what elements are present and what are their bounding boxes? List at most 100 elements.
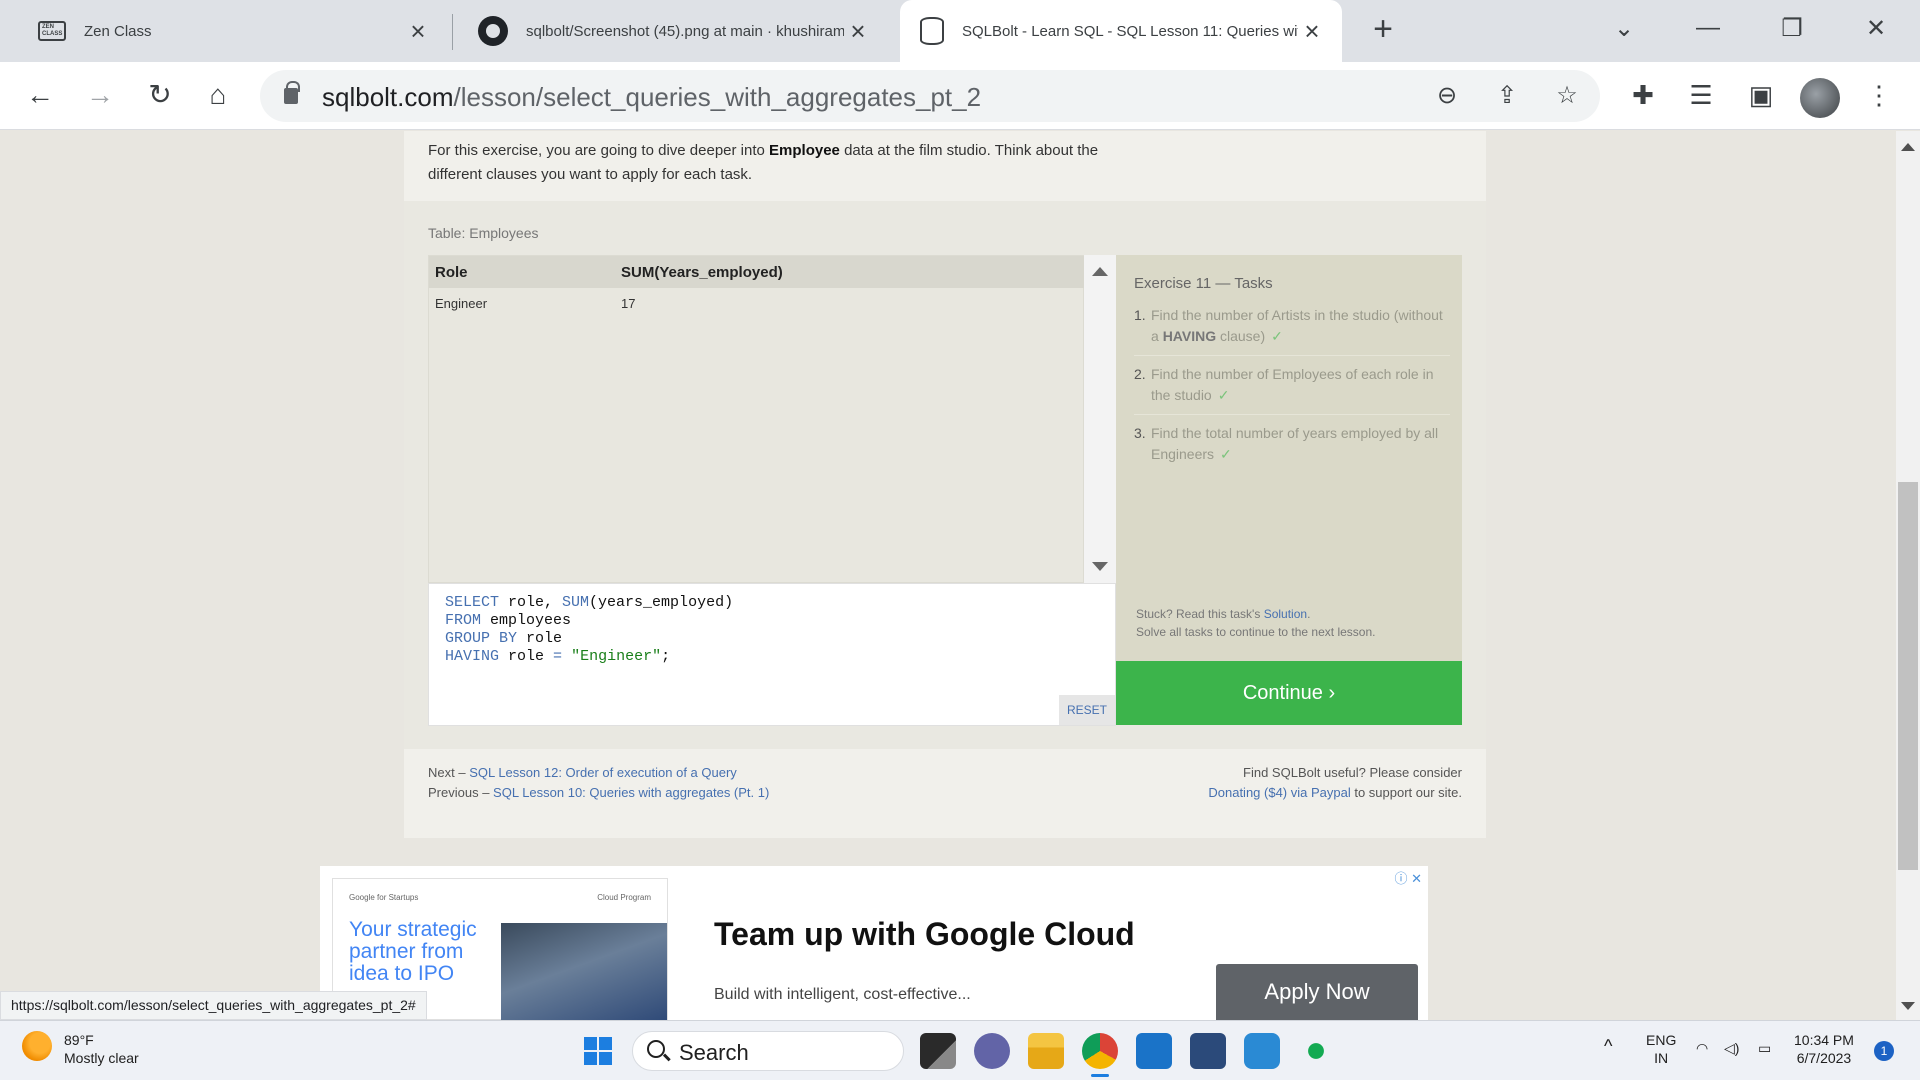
sql-text: role [499, 648, 554, 665]
taskbar-search[interactable]: Search [632, 1031, 904, 1071]
address-bar[interactable]: sqlbolt.com/lesson/select_queries_with_a… [260, 70, 1600, 122]
donate-link[interactable]: Donating ($4) via Paypal [1208, 785, 1350, 800]
code-line: FROM employees [445, 612, 733, 630]
teams-chat-icon[interactable] [974, 1033, 1010, 1069]
tab-sqlbolt[interactable]: SQLBolt - Learn SQL - SQL Lesson 11: Que… [900, 0, 1342, 62]
bookmark-star-icon[interactable]: ☆ [1552, 82, 1582, 112]
region: IN [1654, 1050, 1669, 1066]
weather-condition: Mostly clear [64, 1050, 139, 1066]
sql-keyword: GROUP BY [445, 630, 518, 647]
support-text: to support our site. [1350, 785, 1462, 800]
task-text: Find the number of Employees of each rol… [1151, 366, 1434, 403]
lock-icon[interactable] [284, 81, 300, 104]
home-icon[interactable]: ⌂ [200, 78, 236, 114]
sql-keyword: HAVING [445, 648, 500, 665]
scroll-up-arrow-icon[interactable] [1901, 143, 1915, 151]
close-tab-icon[interactable]: × [844, 16, 872, 46]
tasks-panel: Exercise 11 — Tasks 1. Find the number of… [1116, 255, 1462, 661]
battery-icon[interactable]: ▭ [1758, 1039, 1771, 1057]
zen-class-favicon-icon: ZEN CLASS [38, 21, 66, 41]
search-label: Search [679, 1040, 749, 1065]
zoom-icon[interactable]: ⊖ [1432, 82, 1462, 112]
language-indicator[interactable]: ENG IN [1646, 1031, 1676, 1067]
support-text: Find SQLBolt useful? Please consider [1243, 765, 1462, 780]
side-panel-icon[interactable]: ▣ [1744, 79, 1778, 113]
reading-list-icon[interactable]: ☰ [1684, 79, 1718, 113]
windows-start-icon[interactable] [584, 1037, 612, 1065]
tasks-title: Exercise 11 — Tasks [1134, 275, 1273, 292]
restore-icon[interactable]: ❐ [1772, 14, 1812, 46]
reload-icon[interactable]: ↻ [142, 78, 178, 114]
next-lesson-link[interactable]: SQL Lesson 12: Order of execution of a Q… [469, 765, 737, 780]
sql-operator: = [553, 648, 563, 665]
ad-brand: Google for Startups [349, 893, 419, 902]
chrome-icon[interactable] [1082, 1033, 1118, 1069]
sql-editor[interactable]: SELECT role, SUM(years_employed) FROM emp… [428, 583, 1116, 726]
profile-avatar[interactable] [1800, 78, 1840, 118]
sql-server-icon[interactable] [1190, 1033, 1226, 1069]
intro-bold: Employee [769, 142, 840, 159]
task-list: 1. Find the number of Artists in the stud… [1134, 305, 1450, 481]
vscode-icon[interactable] [1244, 1033, 1280, 1069]
code-line: SELECT role, SUM(years_employed) [445, 594, 733, 612]
scrollbar-thumb[interactable] [1898, 482, 1918, 870]
tab-title: sqlbolt/Screenshot (45).png at main · kh… [526, 22, 844, 40]
ad-close-icon[interactable]: ⓘ ✕ [1394, 868, 1422, 887]
volume-icon[interactable]: ◁) [1724, 1039, 1739, 1057]
url-text[interactable]: sqlbolt.com/lesson/select_queries_with_a… [322, 82, 981, 113]
file-explorer-icon[interactable] [1028, 1033, 1064, 1069]
weather-widget[interactable]: 89°F Mostly clear [22, 1031, 139, 1067]
sql-text: employees [481, 612, 572, 629]
close-tab-icon[interactable]: × [1298, 16, 1326, 46]
page-scrollbar[interactable] [1896, 131, 1920, 1020]
advertisement[interactable]: ⓘ ✕ Google for Startups Cloud Program Yo… [320, 866, 1428, 1020]
results-header: Role SUM(Years_employed) [429, 256, 1085, 288]
previous-lesson: Previous – SQL Lesson 10: Queries with a… [428, 783, 769, 803]
hint-label: . [1307, 607, 1311, 621]
previous-lesson-link[interactable]: SQL Lesson 10: Queries with aggregates (… [493, 785, 769, 800]
table-cell: 17 [621, 296, 636, 311]
notification-badge[interactable]: 1 [1874, 1041, 1894, 1061]
tab-title: Zen Class [84, 22, 152, 40]
mongodb-icon[interactable] [1298, 1033, 1334, 1069]
task-bold: HAVING [1162, 328, 1217, 344]
code-line: GROUP BY role [445, 630, 733, 648]
task-view-icon[interactable] [920, 1033, 956, 1069]
search-icon [647, 1040, 665, 1058]
scroll-up-arrow-icon[interactable] [1092, 267, 1108, 276]
forward-arrow-icon[interactable]: → [82, 78, 118, 114]
clock[interactable]: 10:34 PM 6/7/2023 [1794, 1031, 1854, 1067]
ad-photo [501, 923, 667, 1020]
hint-text: Stuck? Read this task's Solution. Solve a… [1136, 605, 1375, 641]
close-window-icon[interactable]: ✕ [1856, 14, 1896, 46]
scroll-down-arrow-icon[interactable] [1092, 562, 1108, 571]
results-scrollbar[interactable] [1084, 255, 1116, 583]
menu-kebab-icon[interactable]: ⋮ [1862, 79, 1896, 113]
tray-overflow-icon[interactable]: ^ [1604, 1037, 1612, 1055]
checkmark-icon: ✓ [1217, 387, 1230, 403]
tab-github[interactable]: sqlbolt/Screenshot (45).png at main · kh… [458, 0, 888, 62]
task-item: 2. Find the number of Employees of each r… [1134, 364, 1450, 415]
ad-headline[interactable]: Team up with Google Cloud [714, 916, 1135, 953]
tab-zen-class[interactable]: ZEN CLASS Zen Class × [18, 0, 448, 62]
apply-now-button[interactable]: Apply Now [1216, 964, 1418, 1020]
minimize-icon[interactable]: — [1688, 14, 1728, 46]
wifi-icon[interactable]: ◠ [1696, 1039, 1708, 1057]
close-tab-icon[interactable]: × [404, 16, 432, 46]
sql-text: ; [661, 648, 671, 665]
solution-link[interactable]: Solution [1264, 607, 1307, 621]
continue-button[interactable]: Continue › [1116, 661, 1462, 725]
share-icon[interactable]: ⇪ [1492, 82, 1522, 112]
scroll-down-arrow-icon[interactable] [1901, 1002, 1915, 1010]
taskbar: 89°F Mostly clear Search ^ ENG IN ◠ ◁) ▭… [0, 1020, 1920, 1080]
sql-query[interactable]: SELECT role, SUM(years_employed) FROM emp… [445, 594, 733, 666]
extensions-puzzle-icon[interactable]: ✚ [1626, 79, 1660, 113]
column-header: Role [435, 264, 468, 281]
results-table: Role SUM(Years_employed) Engineer 17 [428, 255, 1085, 583]
intro-text: For this exercise, you are going to dive… [428, 142, 770, 159]
back-arrow-icon[interactable]: ← [22, 78, 58, 114]
tab-search-chevron-icon[interactable]: ⌄ [1604, 14, 1644, 46]
remote-desktop-icon[interactable] [1136, 1033, 1172, 1069]
new-tab-icon[interactable]: + [1366, 12, 1400, 48]
reset-button[interactable]: RESET [1059, 695, 1115, 725]
